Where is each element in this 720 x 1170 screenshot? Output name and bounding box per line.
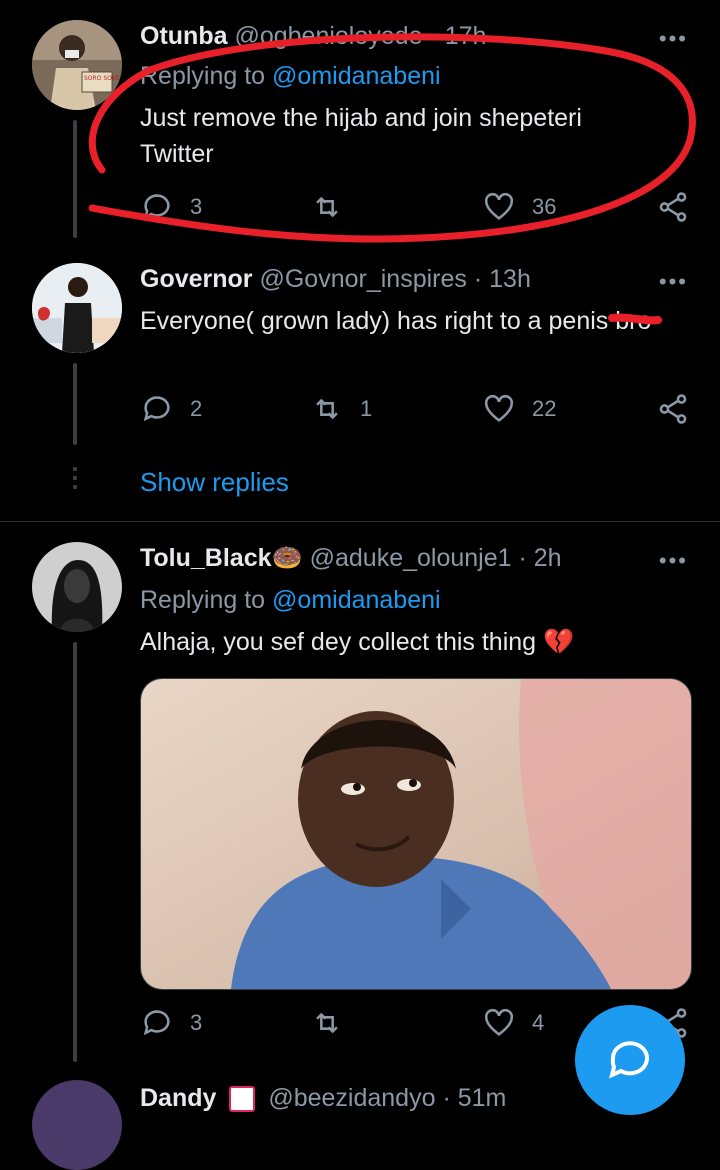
replying-to: Replying to @omidanabeni <box>140 62 441 91</box>
svg-text:SORO SOKE: SORO SOKE <box>84 75 120 82</box>
thread-gap-dots <box>73 467 77 494</box>
replying-label: Replying to <box>140 586 266 614</box>
more-options-icon[interactable]: ••• <box>659 269 688 295</box>
tweet-header: Tolu_Black🍩 @aduke_olounje1 · 2h <box>140 544 562 573</box>
thread-line <box>73 363 77 445</box>
user-handle[interactable]: @Govnor_inspires <box>259 265 466 293</box>
reply-button[interactable]: 3 <box>140 1006 202 1040</box>
user-handle[interactable]: @aduke_olounje1 <box>310 544 512 572</box>
replying-handle[interactable]: @omidanabeni <box>272 62 441 90</box>
action-bar: 2 1 22 <box>140 392 700 432</box>
retweet-icon <box>316 1012 338 1034</box>
tweet-text: Alhaja, you sef dey collect this thing 💔 <box>140 628 575 656</box>
retweet-icon <box>316 196 338 218</box>
display-name[interactable]: Tolu_Black🍩 <box>140 544 303 572</box>
replying-handle[interactable]: @omidanabeni <box>272 586 441 614</box>
reply-icon <box>143 1010 170 1036</box>
reply-button[interactable]: 3 <box>140 190 202 224</box>
avatar[interactable] <box>32 1080 122 1170</box>
tweet-header: Governor @Govnor_inspires · 13h <box>140 265 531 294</box>
display-name[interactable]: Dandy <box>140 1084 216 1112</box>
retweet-count: 1 <box>360 396 373 421</box>
share-button[interactable] <box>656 190 706 224</box>
user-handle[interactable]: @beezidandyo <box>268 1084 435 1112</box>
retweet-button[interactable]: 1 <box>310 392 372 426</box>
avatar[interactable] <box>32 263 122 353</box>
like-count: 22 <box>532 396 557 421</box>
meme-photo <box>141 679 691 989</box>
display-name[interactable]: Otunba <box>140 22 228 50</box>
thread-line <box>73 120 77 238</box>
reply-count: 2 <box>190 396 203 421</box>
timestamp[interactable]: · 13h <box>474 265 531 293</box>
emoji-badge-icon <box>229 1086 256 1113</box>
retweet-icon <box>316 398 338 420</box>
tweet-text: Everyone( grown lady) has right to a pen… <box>140 307 652 335</box>
action-bar: 3 36 <box>140 190 700 230</box>
tweet-header: Dandy @beezidandyo · 51m <box>140 1084 506 1113</box>
share-icon <box>659 192 687 222</box>
tweet-governor[interactable]: Governor @Govnor_inspires · 13h ••• Ever… <box>0 255 720 520</box>
like-button[interactable]: 36 <box>482 190 556 224</box>
replying-to: Replying to @omidanabeni <box>140 586 441 615</box>
tweet-media-image[interactable] <box>140 678 692 990</box>
tweet-text: Just remove the hijab and join shepeteri… <box>140 104 582 168</box>
retweet-button[interactable] <box>310 1006 360 1040</box>
reply-count: 3 <box>190 194 203 219</box>
tweet-otunba[interactable]: SORO SOKE Otunba @ogbenioloyede · 17h ••… <box>0 0 720 250</box>
more-options-icon[interactable]: ••• <box>659 26 688 52</box>
reply-count: 3 <box>190 1010 203 1035</box>
thread-line <box>73 642 77 1062</box>
like-button[interactable]: 4 <box>482 1006 544 1040</box>
timestamp[interactable]: · 51m <box>442 1084 506 1112</box>
like-count: 4 <box>532 1010 545 1035</box>
timestamp[interactable]: · 2h <box>519 544 562 572</box>
reply-button[interactable]: 2 <box>140 392 202 426</box>
compose-reply-button[interactable] <box>575 1005 685 1115</box>
like-count: 36 <box>532 194 557 219</box>
like-button[interactable]: 22 <box>482 392 556 426</box>
show-replies-link[interactable]: Show replies <box>140 467 289 498</box>
reply-icon <box>143 396 170 422</box>
display-name[interactable]: Governor <box>140 265 253 293</box>
user-handle[interactable]: @ogbenioloyede <box>234 22 422 50</box>
retweet-button[interactable] <box>310 190 360 224</box>
like-icon <box>484 394 514 422</box>
tweet-header: Otunba @ogbenioloyede · 17h <box>140 22 486 51</box>
timestamp[interactable]: · 17h <box>429 22 486 50</box>
reply-icon <box>143 194 170 220</box>
compose-reply-icon <box>609 1041 649 1079</box>
share-icon <box>659 394 687 424</box>
share-button[interactable] <box>656 392 706 426</box>
replying-label: Replying to <box>140 62 266 90</box>
avatar[interactable]: SORO SOKE <box>32 20 122 110</box>
avatar[interactable] <box>32 542 122 632</box>
like-icon <box>484 1008 514 1036</box>
more-options-icon[interactable]: ••• <box>659 548 688 574</box>
like-icon <box>484 192 514 220</box>
